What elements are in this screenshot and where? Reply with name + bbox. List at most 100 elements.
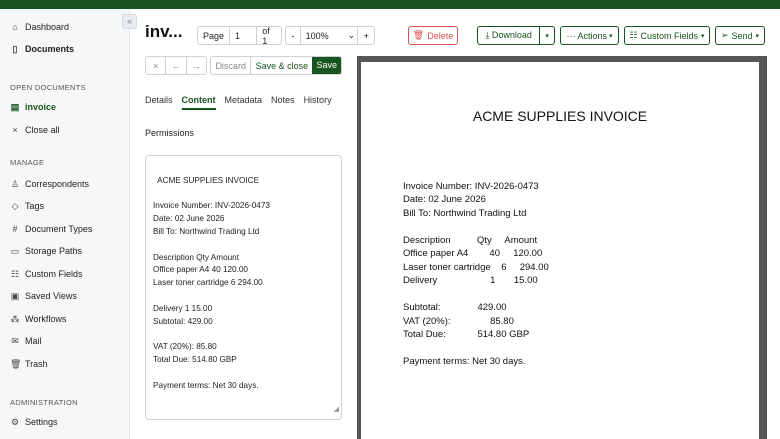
- content-text: ACME SUPPLIES INVOICE Invoice Number: IN…: [153, 175, 270, 390]
- document-preview: ACME SUPPLIES INVOICE Invoice Number: IN…: [357, 56, 767, 439]
- diagram-icon: ⁂: [10, 313, 20, 324]
- trash-icon: 🗑: [412, 30, 425, 40]
- arrow-right-icon[interactable]: →: [187, 61, 206, 71]
- sidebar-item-label: Storage Paths: [25, 246, 83, 256]
- actions-label: ··· Actions: [566, 30, 607, 41]
- content-textarea[interactable]: ACME SUPPLIES INVOICE Invoice Number: IN…: [145, 155, 342, 420]
- preview-invoice-title: ACME SUPPLIES INVOICE: [472, 108, 648, 124]
- tab-details[interactable]: Details: [145, 95, 173, 110]
- sidebar-item-documents[interactable]: ▯ Documents: [10, 42, 75, 56]
- file-text-icon: ▤: [10, 101, 20, 112]
- tab-history[interactable]: History: [304, 95, 332, 110]
- preview-terms: Payment terms: Net 30 days.: [403, 356, 526, 367]
- close-all-button[interactable]: × Close all: [10, 123, 60, 137]
- trash-icon: 🗑: [10, 358, 22, 369]
- preview-vat: VAT (20%): 85.80: [403, 316, 514, 327]
- preview-row-1: Office paper A4 40 120.00: [403, 248, 543, 259]
- sidebar-item-dashboard[interactable]: ⌂ Dashboard: [10, 20, 69, 34]
- preview-subtotal: Subtotal: 429.00: [403, 302, 507, 313]
- sidebar-item-label: Custom Fields: [25, 269, 83, 279]
- sidebar-item-saved-views[interactable]: ▣ Saved Views: [10, 289, 77, 303]
- chevron-down-icon[interactable]: ⌄: [348, 30, 358, 41]
- download-dropdown-caret-icon[interactable]: ▾: [540, 32, 554, 40]
- tab-content[interactable]: Content: [181, 95, 216, 110]
- document-icon: ▯: [12, 43, 18, 54]
- sidebar-item-label: Workflows: [25, 314, 67, 324]
- page-navigator: Page 1 of 1: [197, 26, 282, 46]
- sidebar-item-document-types[interactable]: # Document Types: [10, 222, 92, 236]
- sidebar-item-label: Trash: [25, 359, 48, 369]
- actions-dropdown-button[interactable]: ··· Actions ▾: [560, 26, 619, 45]
- sidebar-item-settings[interactable]: ⚙ Settings: [10, 415, 58, 429]
- person-icon: ♙: [10, 178, 20, 189]
- download-button[interactable]: ⤓ Download: [478, 30, 539, 41]
- sidebar-item-label: Dashboard: [25, 22, 70, 32]
- close-icon: ×: [12, 125, 18, 135]
- save-button[interactable]: Save: [312, 57, 341, 74]
- window-icon: ▣: [10, 290, 20, 301]
- tab-permissions[interactable]: Permissions: [145, 128, 194, 138]
- gear-icon: ⚙: [10, 416, 20, 427]
- custom-fields-dropdown-button[interactable]: ☷ Custom Fields ▾: [624, 26, 710, 45]
- hash-icon: #: [12, 224, 18, 234]
- page-label: Page: [203, 30, 225, 41]
- caret-down-icon: ▾: [701, 32, 705, 40]
- preview-bill-to: Bill To: Northwind Trading Ltd: [403, 208, 527, 219]
- arrow-left-icon[interactable]: ←: [166, 61, 185, 71]
- resize-grip-icon[interactable]: ◢: [334, 404, 339, 417]
- sidebar-item-open-invoice[interactable]: ▤ invoice: [10, 100, 56, 114]
- delete-button[interactable]: 🗑 Delete: [408, 26, 458, 45]
- send-dropdown-button[interactable]: ➢ Send ▾: [715, 26, 765, 45]
- tab-metadata[interactable]: Metadata: [225, 95, 263, 110]
- document-title: inv...: [145, 22, 183, 41]
- sidebar-item-mail[interactable]: ✉ Mail: [10, 334, 41, 348]
- navigation-button-group: × ← →: [145, 56, 207, 75]
- tab-notes[interactable]: Notes: [271, 95, 295, 110]
- sidebar-item-tags[interactable]: ◇ Tags: [10, 199, 44, 213]
- save-close-button[interactable]: Save & close: [251, 61, 312, 71]
- sidebar-item-label: Documents: [25, 44, 75, 54]
- zoom-control: - 100% ⌄ +: [285, 26, 375, 45]
- preview-page: ACME SUPPLIES INVOICE Invoice Number: IN…: [361, 62, 759, 439]
- sidebar-item-label: Close all: [25, 125, 60, 135]
- discard-button[interactable]: Discard: [211, 61, 250, 71]
- send-icon: ➢: [720, 30, 729, 40]
- caret-down-icon: ▾: [755, 32, 760, 40]
- envelope-icon: ✉: [11, 335, 19, 346]
- sidebar-item-custom-fields[interactable]: ☷ Custom Fields: [10, 267, 83, 281]
- home-icon: ⌂: [12, 22, 18, 32]
- manage-heading: MANAGE: [10, 158, 45, 167]
- preview-row-2: Laser toner cartridge 6 294.00: [403, 262, 549, 273]
- sidebar-item-correspondents[interactable]: ♙ Correspondents: [10, 177, 89, 191]
- custom-fields-label: Custom Fields: [640, 30, 699, 41]
- sidebar-item-label: Correspondents: [25, 179, 90, 189]
- zoom-in-button[interactable]: +: [358, 31, 374, 41]
- sidebar-item-label: invoice: [25, 102, 57, 112]
- zoom-out-button[interactable]: -: [286, 31, 300, 41]
- ui-radios-icon: ☷: [629, 30, 638, 40]
- send-label: Send: [731, 30, 753, 41]
- document-tabs: Details Content Metadata Notes History: [145, 95, 332, 110]
- delete-label: Delete: [427, 30, 454, 41]
- sidebar-item-label: Saved Views: [25, 291, 77, 301]
- sidebar-item-storage-paths[interactable]: ▭ Storage Paths: [10, 244, 82, 258]
- folder-icon: ▭: [10, 245, 20, 256]
- open-documents-heading: OPEN DOCUMENTS: [10, 83, 86, 92]
- tag-icon: ◇: [11, 200, 19, 211]
- page-number-input[interactable]: 1: [230, 31, 256, 41]
- sidebar-item-label: Tags: [25, 201, 45, 211]
- save-button-group: Discard Save & close Save: [210, 56, 342, 75]
- download-button-group: ⤓ Download ▾: [477, 26, 555, 45]
- download-icon: ⤓: [485, 30, 490, 40]
- sidebar-item-workflows[interactable]: ⁂ Workflows: [10, 312, 67, 326]
- preview-total: Total Due: 514.80 GBP: [403, 329, 530, 340]
- sidebar-item-trash[interactable]: 🗑 Trash: [10, 357, 48, 371]
- preview-table-header: Description Qty Amount: [403, 235, 538, 246]
- preview-invoice-number: Invoice Number: INV-2026-0473: [403, 181, 539, 192]
- preview-date: Date: 02 June 2026: [403, 194, 486, 205]
- zoom-select[interactable]: 100%: [301, 31, 348, 41]
- collapse-sidebar-button[interactable]: «: [122, 14, 137, 29]
- ui-radios-icon: ☷: [10, 268, 20, 279]
- close-icon[interactable]: ×: [146, 61, 165, 71]
- sidebar-item-label: Settings: [25, 417, 58, 427]
